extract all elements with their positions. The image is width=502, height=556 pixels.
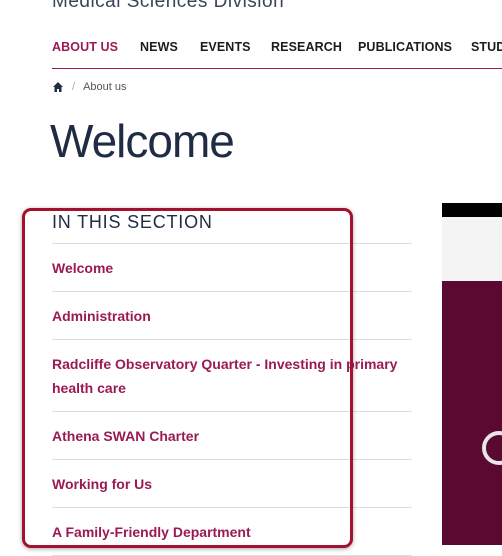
section-nav-list: Welcome Administration Radcliffe Observa… xyxy=(52,243,412,556)
nav-item-publications[interactable]: PUBLICATIONS xyxy=(358,40,452,54)
main-nav: ABOUT US NEWS EVENTS RESEARCH PUBLICATIO… xyxy=(52,40,502,69)
section-link-radcliffe[interactable]: Radcliffe Observatory Quarter - Investin… xyxy=(52,352,412,400)
nav-item-students[interactable]: STUD xyxy=(471,40,502,54)
breadcrumb-current: About us xyxy=(83,81,127,93)
list-item: A Family-Friendly Department xyxy=(52,508,412,556)
list-item: Athena SWAN Charter xyxy=(52,412,412,460)
section-link-family-friendly[interactable]: A Family-Friendly Department xyxy=(52,520,412,544)
list-item: Welcome xyxy=(52,244,412,292)
breadcrumb-separator: / xyxy=(72,81,76,93)
site-title[interactable]: Medical Sciences Division xyxy=(52,0,284,13)
list-item: Working for Us xyxy=(52,460,412,508)
section-link-administration[interactable]: Administration xyxy=(52,304,412,328)
breadcrumb: / About us xyxy=(52,79,126,95)
section-heading: IN THIS SECTION xyxy=(52,212,213,232)
list-item: Administration xyxy=(52,292,412,340)
list-item: Radcliffe Observatory Quarter - Investin… xyxy=(52,340,412,412)
nav-item-news[interactable]: NEWS xyxy=(140,40,178,54)
page-title: Welcome xyxy=(50,115,235,167)
image-band-light xyxy=(442,217,502,281)
home-icon[interactable] xyxy=(52,81,64,93)
nav-item-research[interactable]: RESEARCH xyxy=(271,40,342,54)
section-link-working-for-us[interactable]: Working for Us xyxy=(52,472,412,496)
section-link-welcome[interactable]: Welcome xyxy=(52,256,412,280)
nav-item-about-us[interactable]: ABOUT US xyxy=(52,40,118,54)
image-band-dark xyxy=(442,281,502,545)
feature-image xyxy=(442,203,502,545)
nav-item-events[interactable]: EVENTS xyxy=(200,40,251,54)
section-link-athena-swan[interactable]: Athena SWAN Charter xyxy=(52,424,412,448)
